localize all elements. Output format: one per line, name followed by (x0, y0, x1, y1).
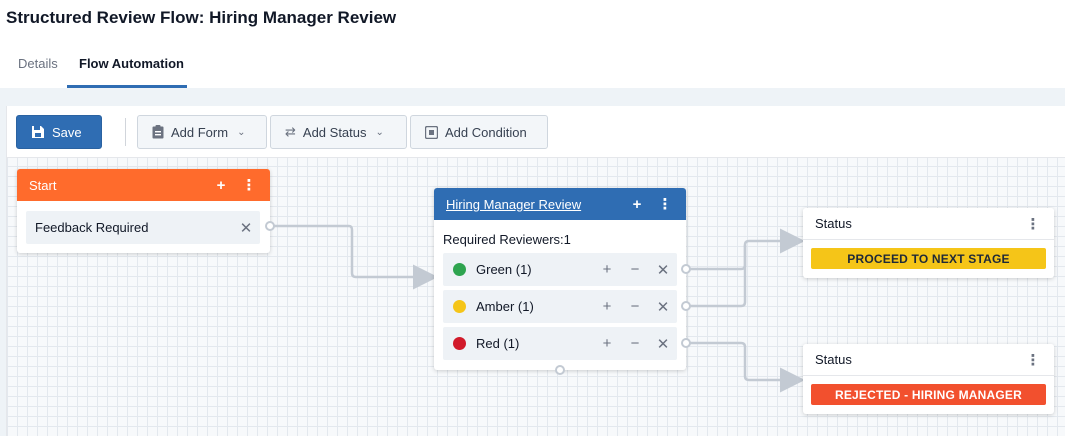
red-status-dot (453, 337, 466, 350)
more-menu-icon[interactable]: ⋮ (1024, 215, 1042, 233)
required-reviewers-text: Required Reviewers:1 (443, 232, 571, 247)
option-label: Amber (1) (476, 299, 534, 314)
status-node-title: Status (815, 352, 852, 367)
tab-bar: Details Flow Automation (0, 48, 1065, 88)
amber-status-dot (453, 300, 466, 313)
option-row-amber[interactable]: Amber (1) + − ✕ (443, 290, 677, 323)
output-port[interactable] (265, 221, 275, 231)
flow-editor: Save Add Form ⌄ ⇄ Add Status ⌄ Add Condi… (0, 88, 1065, 436)
status-node-proceed[interactable]: Status ⋮ PROCEED TO NEXT STAGE (803, 208, 1054, 278)
start-row-label: Feedback Required (35, 220, 149, 235)
connector-red-to-rejected (689, 341, 805, 393)
start-node-header: Start + ⋮ (17, 169, 270, 201)
add-icon[interactable]: + (593, 261, 621, 278)
output-port-green[interactable] (681, 264, 691, 274)
status-node-rejected[interactable]: Status ⋮ REJECTED - HIRING MANAGER (803, 344, 1054, 414)
close-icon[interactable]: ✕ (649, 335, 677, 353)
minus-icon[interactable]: − (621, 261, 649, 278)
close-icon[interactable]: ✕ (649, 298, 677, 316)
start-node-title: Start (29, 177, 57, 193)
flow-canvas[interactable]: Save Add Form ⌄ ⇄ Add Status ⌄ Add Condi… (6, 106, 1065, 436)
close-icon[interactable]: ✕ (232, 219, 260, 237)
start-row-feedback[interactable]: Feedback Required ✕ (26, 211, 260, 244)
hiring-manager-review-node[interactable]: Hiring Manager Review + ⋮ Required Revie… (434, 188, 691, 375)
status-node-header: Status ⋮ (803, 344, 1054, 376)
start-node[interactable]: Start + ⋮ Feedback Required ✕ (17, 169, 275, 253)
page-title: Structured Review Flow: Hiring Manager R… (6, 8, 397, 27)
more-menu-icon[interactable]: ⋮ (1024, 351, 1042, 369)
minus-icon[interactable]: − (621, 298, 649, 315)
status-node-header: Status ⋮ (803, 208, 1054, 240)
status-node-title: Status (815, 216, 852, 231)
review-node-header: Hiring Manager Review + ⋮ (434, 188, 686, 220)
option-label: Red (1) (476, 336, 520, 351)
option-row-red[interactable]: Red (1) + − ✕ (443, 327, 677, 360)
add-icon[interactable]: + (212, 177, 230, 194)
add-icon[interactable]: + (593, 298, 621, 315)
close-icon[interactable]: ✕ (649, 261, 677, 279)
connector-start-to-review (273, 224, 438, 290)
output-port-red[interactable] (681, 338, 691, 348)
add-icon[interactable]: + (593, 335, 621, 352)
more-menu-icon[interactable]: ⋮ (240, 176, 258, 194)
bottom-port[interactable] (555, 365, 565, 375)
output-port-amber[interactable] (681, 301, 691, 311)
status-pill-proceed: PROCEED TO NEXT STAGE (811, 248, 1046, 269)
minus-icon[interactable]: − (621, 335, 649, 352)
connector-amber-to-proceed (689, 245, 747, 308)
more-menu-icon[interactable]: ⋮ (656, 195, 674, 213)
option-label: Green (1) (476, 262, 532, 277)
status-pill-rejected: REJECTED - HIRING MANAGER (811, 384, 1046, 405)
green-status-dot (453, 263, 466, 276)
review-node-title[interactable]: Hiring Manager Review (446, 197, 618, 212)
tab-details[interactable]: Details (18, 56, 58, 71)
tab-flow-automation[interactable]: Flow Automation (79, 56, 184, 71)
add-icon[interactable]: + (628, 196, 646, 213)
option-row-green[interactable]: Green (1) + − ✕ (443, 253, 677, 286)
